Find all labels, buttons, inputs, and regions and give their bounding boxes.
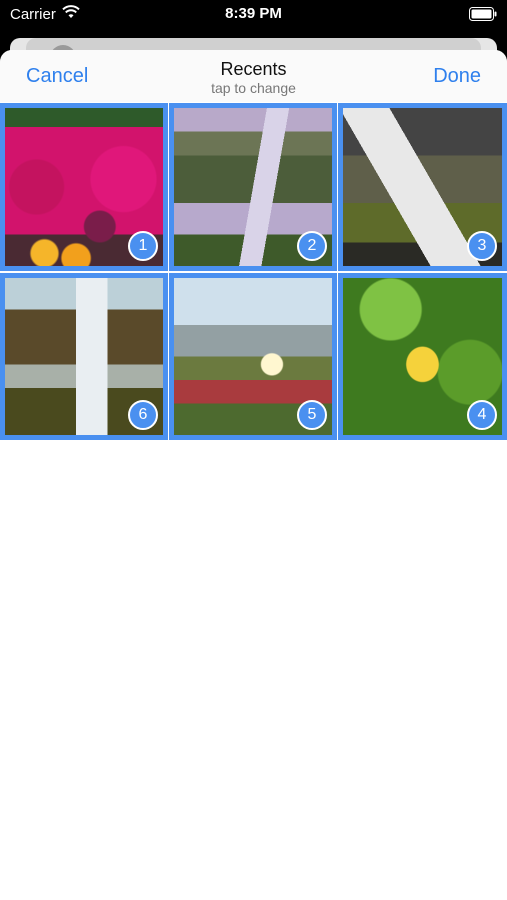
photo-tile[interactable]: 2: [169, 103, 337, 271]
battery-icon: [469, 7, 497, 25]
selection-badge: 2: [297, 231, 327, 261]
selection-badge: 1: [128, 231, 158, 261]
selection-badge: 3: [467, 231, 497, 261]
nav-subtitle: tap to change: [211, 80, 296, 96]
status-bar: Carrier 8:39 PM: [0, 0, 507, 30]
photo-tile[interactable]: 5: [169, 273, 337, 440]
nav-title: Recents: [220, 59, 287, 79]
selection-badge: 5: [297, 400, 327, 430]
nav-bar: Cancel Recents tap to change Done: [0, 50, 507, 102]
photo-tile[interactable]: 1: [0, 103, 168, 271]
selection-badge: 6: [128, 400, 158, 430]
photo-tile[interactable]: 3: [338, 103, 507, 271]
photo-grid: 1 2 3 6 5 4: [0, 103, 507, 440]
screen: Carrier 8:39 PM Cancel Recents tap to ch…: [0, 0, 507, 900]
album-title-button[interactable]: Recents tap to change: [0, 59, 507, 97]
selection-badge: 4: [467, 400, 497, 430]
photo-picker-sheet: Cancel Recents tap to change Done 1 2 3: [0, 50, 507, 900]
photo-tile[interactable]: 4: [338, 273, 507, 440]
status-time: 8:39 PM: [225, 5, 282, 22]
empty-area: [0, 440, 507, 900]
photo-tile[interactable]: 6: [0, 273, 168, 440]
done-button[interactable]: Done: [433, 65, 481, 88]
